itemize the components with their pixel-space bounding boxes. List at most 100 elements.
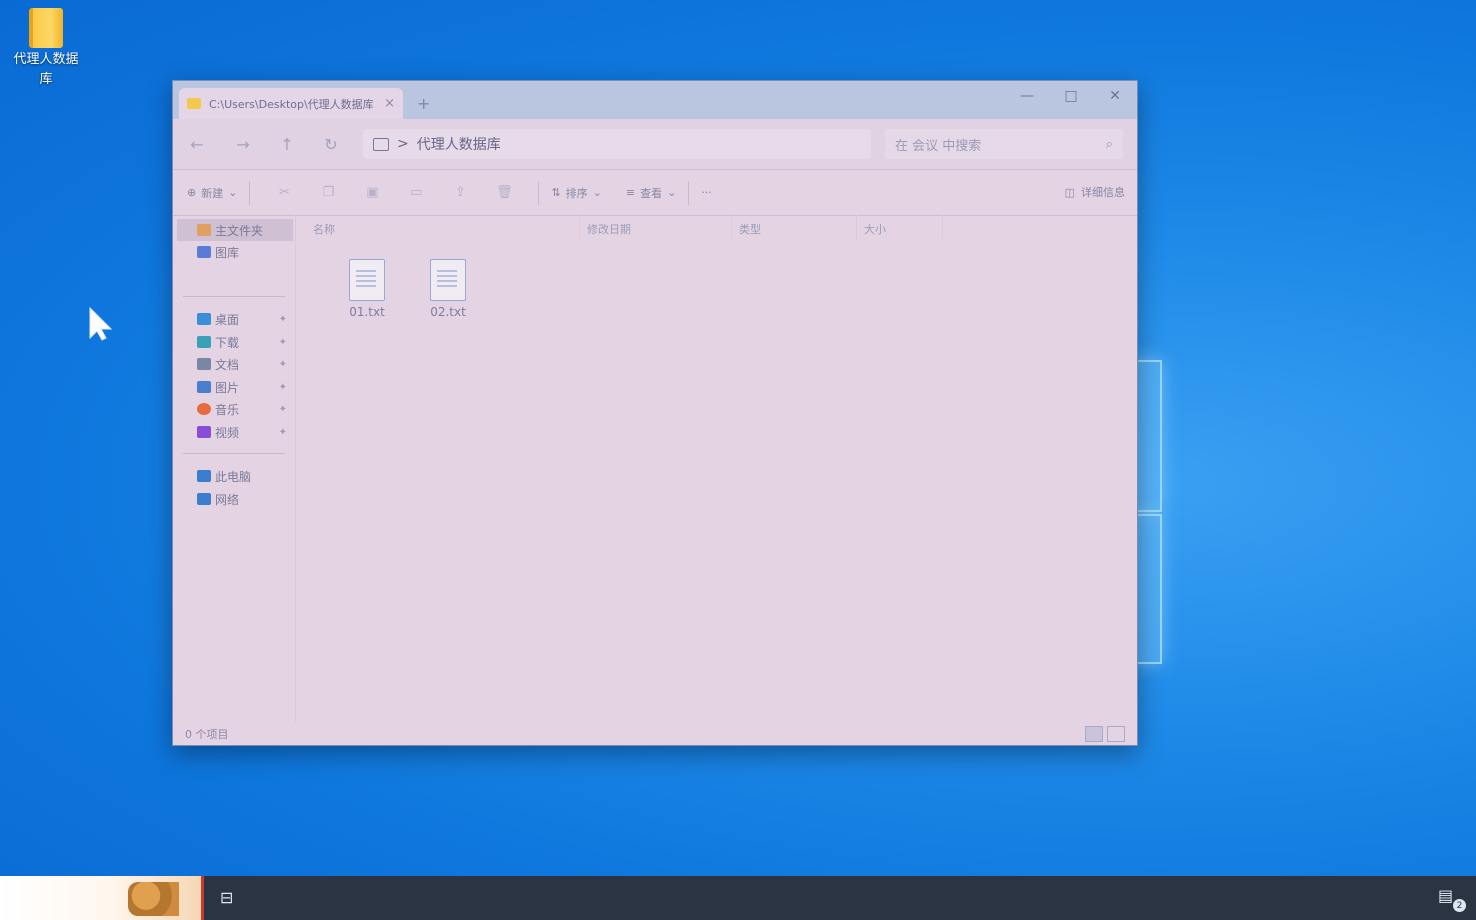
details-pane-label: 详细信息 — [1081, 186, 1125, 199]
rename-icon[interactable]: ▭ — [409, 185, 423, 200]
minimize-button[interactable]: — — [1005, 81, 1049, 111]
close-button[interactable]: ✕ — [1093, 81, 1137, 111]
sidebar-item-label: 文档 — [215, 357, 240, 372]
sidebar-item-downloads[interactable]: 下载 ✦ — [177, 331, 293, 353]
column-header-name[interactable]: 名称 — [313, 221, 335, 237]
video-icon — [197, 426, 211, 438]
refresh-icon[interactable]: ↻ — [319, 133, 343, 155]
text-file-icon — [430, 259, 466, 301]
view-list-icon: ≡ — [625, 186, 636, 199]
sidebar-item-this-pc[interactable]: 此电脑 — [177, 465, 293, 487]
sidebar-item-label: 网络 — [215, 492, 240, 507]
copy-icon[interactable]: ❐ — [321, 185, 335, 200]
sidebar-item-label: 视频 — [215, 425, 240, 440]
sidebar-item-label: 图库 — [215, 245, 240, 260]
task-view-icon[interactable]: ⊟ — [220, 888, 240, 907]
column-header-type[interactable]: 类型 — [739, 221, 761, 237]
sidebar-item-documents[interactable]: 文档 ✦ — [177, 353, 293, 375]
share-icon[interactable]: ⇪ — [453, 185, 467, 200]
gallery-icon — [197, 246, 211, 258]
details-view-button[interactable] — [1085, 726, 1103, 742]
plus-circle-icon: ⊕ — [187, 186, 197, 199]
sidebar-item-label: 此电脑 — [215, 469, 252, 484]
column-divider[interactable] — [579, 215, 580, 239]
taskbar-search-box[interactable] — [0, 876, 204, 920]
file-name: 02.txt — [430, 305, 466, 319]
search-placeholder: 在 会议 中搜索 — [895, 138, 982, 154]
explorer-body: 主文件夹 图库 桌面 ✦ 下载 ✦ 文档 ✦ 图片 ✦ 音乐 ✦ 视频 ✦ 此电… — [173, 215, 1137, 723]
cut-icon[interactable]: ✂ — [277, 185, 291, 200]
sidebar-item-desktop[interactable]: 桌面 ✦ — [177, 308, 293, 330]
breadcrumb-current[interactable]: 代理人数据库 — [417, 134, 501, 154]
address-bar[interactable]: > 代理人数据库 — [363, 129, 871, 159]
column-divider[interactable] — [942, 215, 943, 239]
taskbar: ⊟ ▤ 2 — [0, 876, 1476, 920]
home-icon — [197, 224, 211, 236]
view-button-label: 查看 — [640, 186, 663, 200]
sidebar-item-pictures[interactable]: 图片 ✦ — [177, 376, 293, 398]
column-header-size[interactable]: 大小 — [864, 221, 886, 237]
details-pane-button[interactable]: ◫ 详细信息 — [1065, 184, 1125, 200]
pin-icon[interactable]: ✦ — [279, 314, 287, 325]
search-input[interactable]: 在 会议 中搜索 ⌕ — [885, 129, 1123, 159]
sidebar-item-label: 图片 — [215, 380, 240, 395]
pin-icon[interactable]: ✦ — [279, 427, 287, 438]
tiles-view-button[interactable] — [1107, 726, 1125, 742]
download-icon — [197, 336, 211, 348]
pin-icon[interactable]: ✦ — [279, 337, 287, 348]
sidebar-item-label: 桌面 — [215, 312, 240, 327]
pc-icon — [197, 470, 211, 482]
desktop-icon — [197, 313, 211, 325]
column-divider[interactable] — [856, 215, 857, 239]
network-icon — [197, 493, 211, 505]
tab-current-folder[interactable]: C:\Users\Desktop\代理人数据库 × — [179, 88, 403, 119]
toolbar-divider — [688, 180, 690, 205]
notification-center-icon[interactable]: ▤ 2 — [1438, 886, 1466, 912]
pin-icon[interactable]: ✦ — [279, 404, 287, 415]
sidebar-item-label: 主文件夹 — [215, 223, 264, 238]
item-count: 0 个项目 — [185, 728, 229, 741]
pin-icon[interactable]: ✦ — [279, 382, 287, 393]
sidebar-item-network[interactable]: 网络 — [177, 488, 293, 510]
more-options-button[interactable]: ··· — [701, 186, 712, 199]
breadcrumb-separator: > — [397, 136, 409, 152]
sidebar-item-gallery[interactable]: 图库 — [177, 241, 293, 263]
folder-icon — [29, 8, 63, 48]
up-arrow-icon[interactable]: ↑ — [275, 133, 299, 155]
new-button[interactable]: ⊕ 新建 ⌄ — [187, 185, 237, 201]
sidebar-divider — [183, 453, 285, 454]
forward-arrow-icon[interactable]: → — [231, 133, 255, 155]
sidebar-item-label: 音乐 — [215, 402, 240, 417]
title-bar: C:\Users\Desktop\代理人数据库 × + — □ ✕ — [173, 81, 1137, 119]
view-button[interactable]: ≡ 查看 ⌄ — [626, 185, 676, 201]
sidebar-item-label: 下载 — [215, 335, 240, 350]
sidebar-item-videos[interactable]: 视频 ✦ — [177, 421, 293, 443]
sidebar-item-home[interactable]: 主文件夹 — [177, 219, 293, 241]
column-divider[interactable] — [731, 215, 732, 239]
documents-icon — [197, 358, 211, 370]
chevron-down-icon: ⌄ — [228, 186, 238, 199]
paste-icon[interactable]: ▣ — [365, 185, 379, 200]
address-bar-row: ← → ↑ ↻ > 代理人数据库 在 会议 中搜索 ⌕ — [173, 119, 1137, 170]
new-tab-button[interactable]: + — [417, 94, 430, 113]
pictures-icon — [197, 381, 211, 393]
maximize-button[interactable]: □ — [1049, 81, 1093, 111]
sort-button[interactable]: ⇅ 排序 ⌄ — [551, 185, 601, 201]
desktop-folder-label: 代理人数据库 — [13, 52, 79, 87]
music-icon — [197, 403, 211, 415]
file-item[interactable]: 01.txt — [337, 259, 397, 319]
notification-count-badge: 2 — [1453, 899, 1466, 912]
desktop-folder-icon[interactable]: 代理人数据库 — [10, 8, 82, 90]
file-name: 01.txt — [349, 305, 385, 319]
new-button-label: 新建 — [201, 186, 224, 200]
column-header-date-modified[interactable]: 修改日期 — [587, 221, 631, 237]
toolbar-divider — [538, 180, 540, 205]
folder-icon — [187, 98, 201, 109]
sidebar-item-music[interactable]: 音乐 ✦ — [177, 398, 293, 420]
pin-icon[interactable]: ✦ — [279, 359, 287, 370]
pc-icon — [373, 137, 389, 151]
tab-close-icon[interactable]: × — [384, 96, 395, 111]
file-item[interactable]: 02.txt — [418, 259, 478, 319]
delete-icon[interactable]: 🗑 — [496, 185, 513, 200]
back-arrow-icon[interactable]: ← — [185, 133, 209, 155]
